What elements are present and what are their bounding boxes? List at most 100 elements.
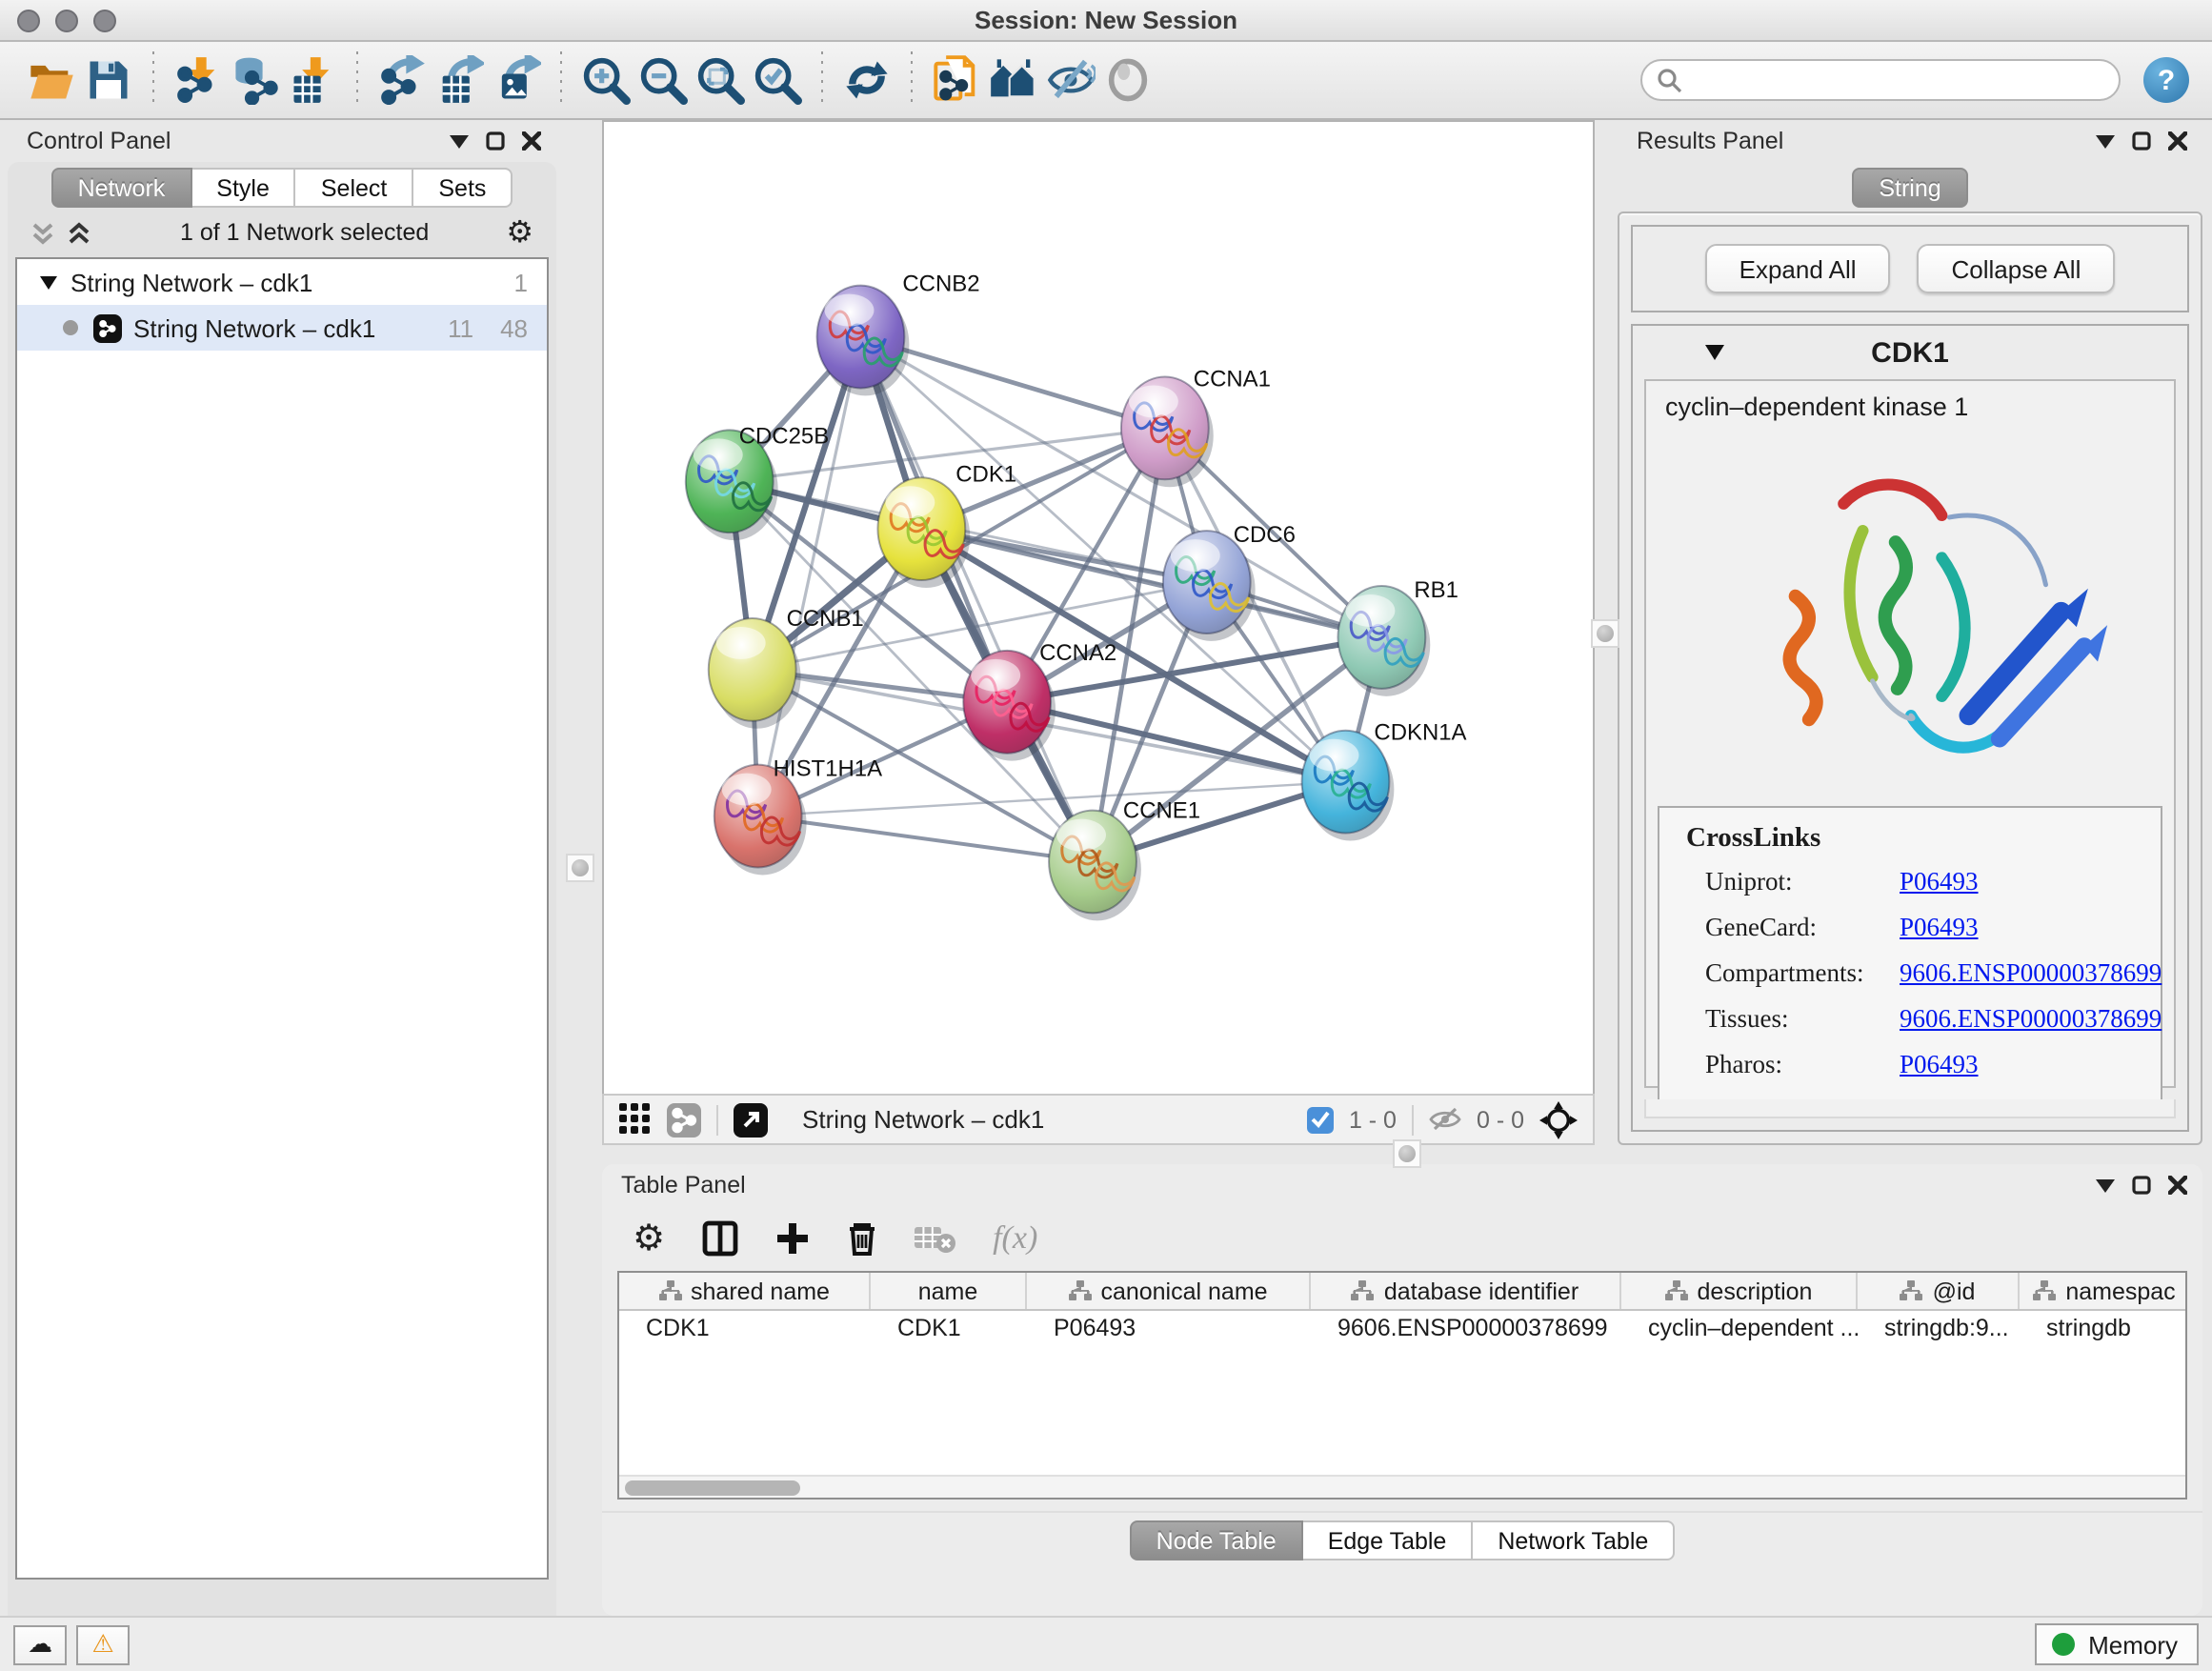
network-node-CDKN1A[interactable]: CDKN1A <box>1302 720 1467 841</box>
table-cell[interactable]: P06493 <box>1027 1311 1311 1347</box>
fit-content-crosshair-icon[interactable] <box>1539 1100 1578 1138</box>
birdseye-view-icon[interactable] <box>619 1103 652 1136</box>
open-session-icon[interactable] <box>23 51 80 109</box>
panel-close-icon[interactable] <box>2168 1176 2187 1195</box>
panel-close-icon[interactable] <box>2168 131 2187 151</box>
collapse-all-button[interactable]: Collapse All <box>1918 244 2116 293</box>
results-scroll-strip[interactable] <box>1644 1099 2176 1118</box>
splitter-handle[interactable] <box>1591 619 1619 648</box>
panel-float-icon[interactable] <box>486 131 505 151</box>
network-node-HIST1H1A[interactable]: HIST1H1A <box>714 756 882 876</box>
export-network-icon[interactable] <box>373 51 431 109</box>
tab-style[interactable]: Style <box>191 168 296 208</box>
column-header--id[interactable]: @id <box>1858 1273 2020 1309</box>
network-canvas[interactable]: CCNB2CCNA1CDC25BCDK1CDC6RB1CCNB1CCNA2HIS… <box>602 120 1595 1094</box>
splitter-handle[interactable] <box>1393 1139 1421 1168</box>
network-edge[interactable] <box>758 337 861 816</box>
right-splitter[interactable] <box>1595 120 1618 1145</box>
network-node-CDC25B[interactable]: CDC25B <box>686 423 829 540</box>
collection-disclosure-icon[interactable] <box>40 275 57 289</box>
duplicate-network-icon[interactable] <box>928 51 985 109</box>
string-home-icon[interactable] <box>985 51 1042 109</box>
open-in-window-icon[interactable] <box>734 1102 768 1137</box>
show-columns-icon[interactable] <box>701 1219 739 1258</box>
network-node-CCNA1[interactable]: CCNA1 <box>1121 366 1271 487</box>
crosslink-link[interactable]: 9606.ENSP00000378699 <box>1900 958 2162 989</box>
network-node-CDC6[interactable]: CDC6 <box>1163 522 1296 641</box>
add-column-icon[interactable] <box>775 1221 810 1256</box>
panel-menu-icon[interactable] <box>2096 134 2115 148</box>
table-cell[interactable]: stringdb:9... <box>1858 1311 2020 1347</box>
table-options-gear-icon[interactable]: ⚙ <box>633 1220 665 1257</box>
search-input[interactable] <box>1640 59 2121 101</box>
tab-string[interactable]: String <box>1852 168 1967 208</box>
expand-all-networks-icon[interactable] <box>67 220 91 245</box>
entry-disclosure-icon[interactable] <box>1705 345 1724 360</box>
network-node-CCNB2[interactable]: CCNB2 <box>817 272 980 396</box>
column-header-database-identifier[interactable]: database identifier <box>1311 1273 1621 1309</box>
cloud-icon[interactable]: ☁ <box>13 1624 67 1664</box>
save-session-icon[interactable] <box>80 51 137 109</box>
crosslink-link[interactable]: 9606.ENSP00000378699 <box>1900 1004 2162 1035</box>
table-cell[interactable]: stringdb <box>2020 1311 2187 1347</box>
panel-float-icon[interactable] <box>2132 1176 2151 1195</box>
network-node-RB1[interactable]: RB1 <box>1337 577 1458 696</box>
table-row[interactable]: CDK1CDK1P064939606.ENSP00000378699cyclin… <box>619 1311 2185 1347</box>
table-cell[interactable]: cyclin–dependent ... <box>1621 1311 1858 1347</box>
crosslink-link[interactable]: P06493 <box>1900 1050 1979 1080</box>
import-table-icon[interactable] <box>284 51 341 109</box>
zoom-selected-icon[interactable] <box>749 51 806 109</box>
crosslink-link[interactable]: P06493 <box>1900 867 1979 897</box>
column-header-shared-name[interactable]: shared name <box>619 1273 871 1309</box>
panel-menu-icon[interactable] <box>2096 1178 2115 1192</box>
tab-network[interactable]: Network <box>51 168 192 208</box>
table-hscrollbar[interactable] <box>619 1475 2185 1498</box>
help-icon[interactable]: ? <box>2143 57 2189 103</box>
memory-button[interactable]: Memory <box>2035 1623 2199 1665</box>
tab-edge-table[interactable]: Edge Table <box>1303 1520 1474 1560</box>
network-edge[interactable] <box>1007 702 1345 782</box>
tab-network-table[interactable]: Network Table <box>1473 1520 1675 1560</box>
column-header-namespac[interactable]: namespac <box>2020 1273 2187 1309</box>
warning-icon[interactable]: ⚠ <box>76 1624 130 1664</box>
tab-sets[interactable]: Sets <box>413 168 513 208</box>
hscrollbar-thumb[interactable] <box>625 1480 800 1496</box>
import-database-icon[interactable] <box>227 51 284 109</box>
network-row-selected[interactable]: String Network – cdk1 11 48 <box>17 305 547 351</box>
network-node-CCNA2[interactable]: CCNA2 <box>963 640 1116 761</box>
selected-checkbox-icon[interactable] <box>1307 1106 1334 1133</box>
panel-menu-icon[interactable] <box>450 134 469 148</box>
hide-selected-icon[interactable] <box>1042 51 1099 109</box>
zoom-fit-icon[interactable] <box>692 51 749 109</box>
import-network-icon[interactable] <box>170 51 227 109</box>
delete-column-icon[interactable] <box>846 1219 878 1258</box>
network-node-CDK1[interactable]: CDK1 <box>877 461 1016 588</box>
collapse-all-networks-icon[interactable] <box>30 220 55 245</box>
refresh-view-icon[interactable] <box>838 51 895 109</box>
splitter-handle[interactable] <box>566 854 594 882</box>
column-header-description[interactable]: description <box>1621 1273 1858 1309</box>
network-options-gear-icon[interactable]: ⚙ <box>506 217 533 248</box>
network-collection-row[interactable]: String Network – cdk1 1 <box>17 259 547 305</box>
expand-all-button[interactable]: Expand All <box>1705 244 1891 293</box>
table-cell[interactable]: CDK1 <box>871 1311 1027 1347</box>
tab-node-table[interactable]: Node Table <box>1130 1520 1303 1560</box>
crosslink-link[interactable]: P06493 <box>1900 913 1979 943</box>
column-header-name[interactable]: name <box>871 1273 1027 1309</box>
table-cell[interactable]: 9606.ENSP00000378699 <box>1311 1311 1621 1347</box>
network-share-icon[interactable] <box>667 1102 701 1137</box>
table-cell[interactable]: CDK1 <box>619 1311 871 1347</box>
left-splitter[interactable] <box>560 120 602 1616</box>
zoom-in-icon[interactable] <box>577 51 634 109</box>
export-image-icon[interactable] <box>488 51 545 109</box>
column-header-canonical-name[interactable]: canonical name <box>1027 1273 1311 1309</box>
network-node-CCNE1[interactable]: CCNE1 <box>1049 798 1200 921</box>
bottom-splitter[interactable] <box>602 1145 2212 1164</box>
panel-float-icon[interactable] <box>2132 131 2151 151</box>
export-table-icon[interactable] <box>431 51 488 109</box>
panel-close-icon[interactable] <box>522 131 541 151</box>
network-edge[interactable] <box>860 337 1093 862</box>
tab-select[interactable]: Select <box>296 168 414 208</box>
network-edge[interactable] <box>758 816 1093 862</box>
zoom-out-icon[interactable] <box>634 51 692 109</box>
